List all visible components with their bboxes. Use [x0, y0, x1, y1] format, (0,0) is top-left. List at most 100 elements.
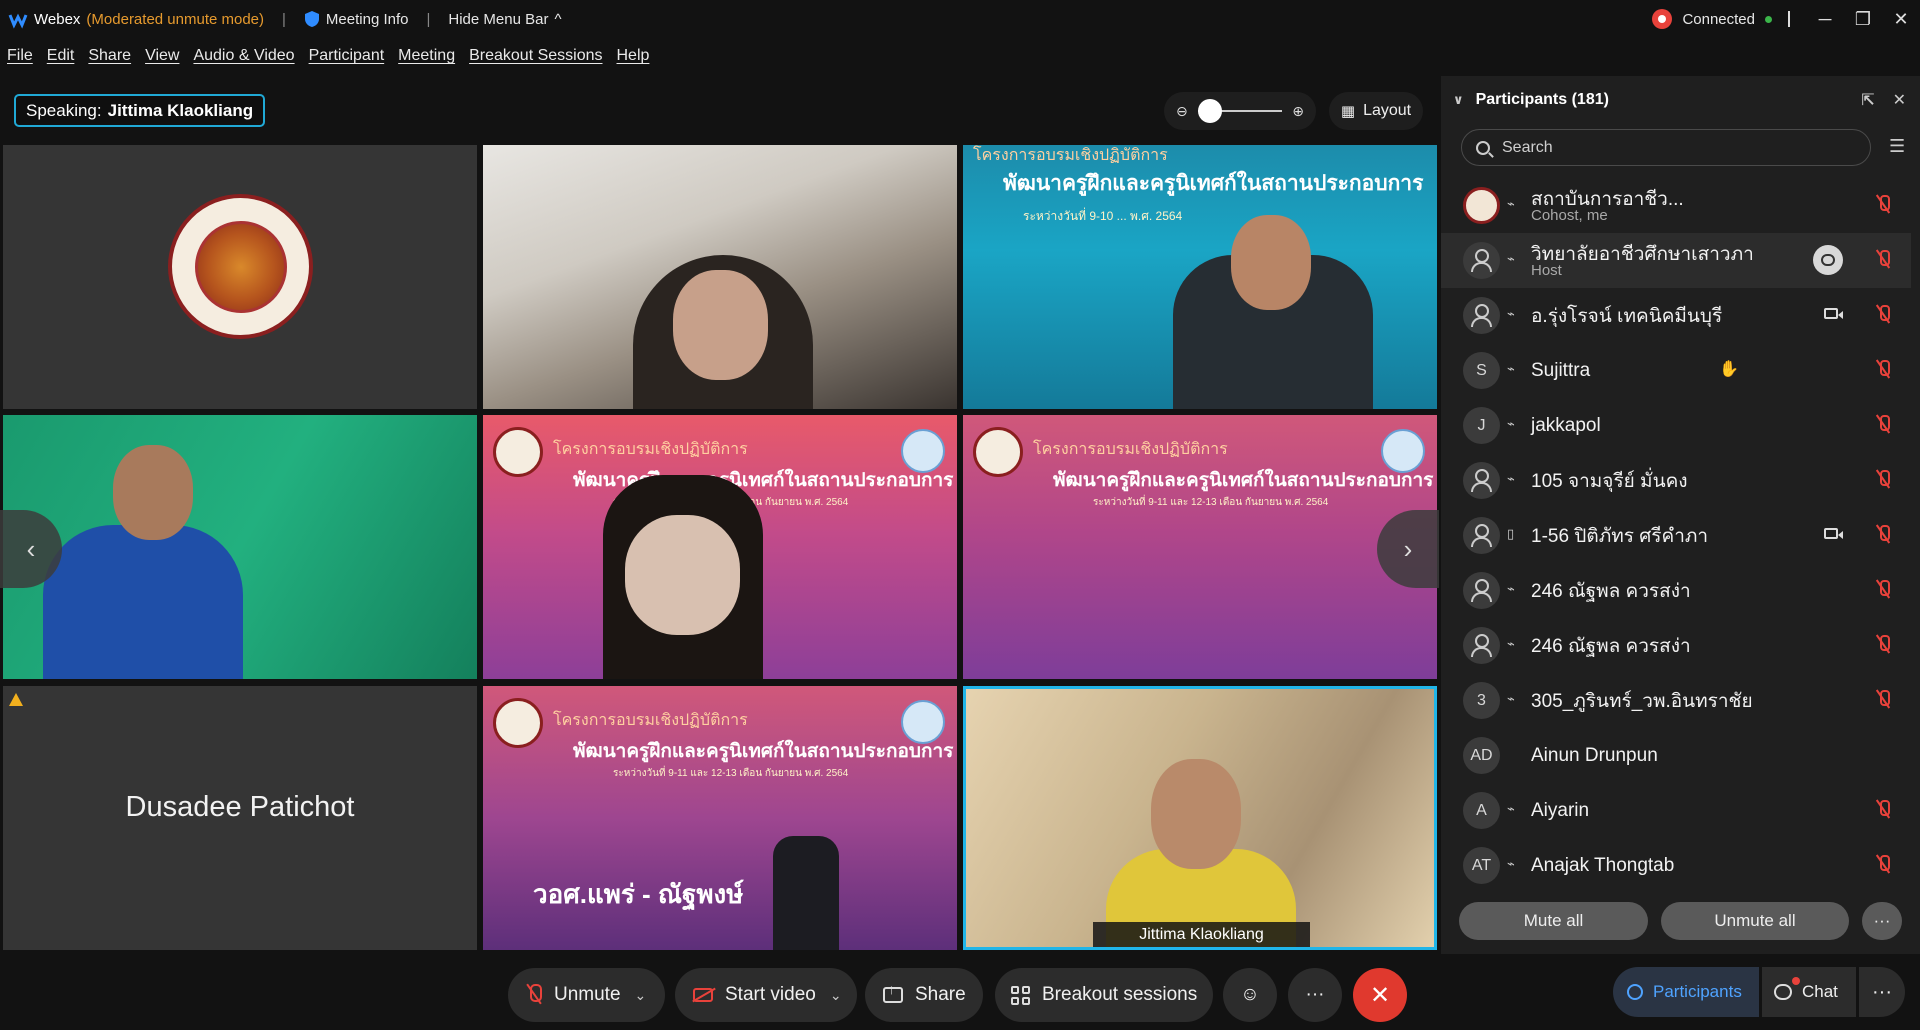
- mic-muted-icon[interactable]: [1877, 580, 1890, 600]
- app-name: Webex: [34, 10, 81, 28]
- meeting-info-button[interactable]: Meeting Info: [304, 10, 408, 28]
- mic-muted-icon[interactable]: [1877, 855, 1890, 875]
- close-panel-icon[interactable]: ✕: [1893, 90, 1906, 110]
- participant-row[interactable]: ⌁ วิทยาลัยอาชีวศึกษาเสาวภา Host: [1441, 233, 1911, 288]
- participant-row[interactable]: ⌁ 105 จามจุรีย์ มั่นคง: [1441, 453, 1911, 508]
- video-tile-participant[interactable]: [483, 145, 957, 409]
- more-options-button[interactable]: ···: [1288, 968, 1342, 1022]
- hide-menu-bar-button[interactable]: Hide Menu Bar ^: [448, 11, 561, 28]
- participant-row[interactable]: ▯ 1-56 ปิติภัทร ศรีคำภา: [1441, 508, 1911, 563]
- audio-connected-icon: ⌁: [1507, 361, 1515, 376]
- avatar: 3: [1463, 682, 1500, 719]
- share-icon: [883, 981, 903, 1003]
- video-tile-participant[interactable]: [3, 415, 477, 679]
- participant-row[interactable]: A ⌁ Aiyarin: [1441, 783, 1911, 838]
- chat-toggle-button[interactable]: Chat: [1762, 967, 1856, 1017]
- mic-muted-icon[interactable]: [1877, 470, 1890, 490]
- mic-muted-icon[interactable]: [1877, 690, 1890, 710]
- pop-out-icon[interactable]: ⇱: [1861, 90, 1874, 110]
- banner-title: โครงการอบรมเชิงปฏิบัติการ: [553, 712, 748, 729]
- zoom-in-icon[interactable]: ⊕: [1292, 103, 1304, 120]
- participant-row[interactable]: ⌁ 246 ณัฐพล ควรสง่า: [1441, 618, 1911, 673]
- participant-search-input[interactable]: Search: [1461, 129, 1871, 166]
- banner-title: โครงการอบรมเชิงปฏิบัติการ: [1033, 441, 1228, 458]
- connection-status: Connected: [1682, 10, 1755, 28]
- restore-icon[interactable]: ❐: [1844, 0, 1882, 38]
- video-tile-participant[interactable]: Dusadee Patichot: [3, 686, 477, 950]
- menu-edit[interactable]: Edit: [47, 47, 75, 65]
- menu-audio-video[interactable]: Audio & Video: [193, 47, 294, 65]
- layout-button[interactable]: ▦ Layout: [1329, 92, 1423, 130]
- breakout-label: Breakout sessions: [1042, 984, 1198, 1005]
- mic-muted-icon[interactable]: [1877, 250, 1890, 270]
- grid-layout-icon: ▦: [1340, 103, 1356, 120]
- collapse-chevron-icon[interactable]: ∨: [1453, 92, 1464, 108]
- status-dot-icon: [1765, 15, 1772, 23]
- video-tile-institute-logo[interactable]: [3, 145, 477, 409]
- chevron-down-icon[interactable]: ⌄: [830, 987, 842, 1004]
- participant-row[interactable]: ⌁ สถาบันการอาชีว... Cohost, me: [1441, 178, 1911, 233]
- mic-muted-icon[interactable]: [1877, 360, 1890, 380]
- mic-muted-icon: [528, 984, 542, 1006]
- unmute-all-button[interactable]: Unmute all: [1661, 902, 1849, 940]
- mic-muted-icon[interactable]: [1877, 800, 1890, 820]
- mic-muted-icon[interactable]: [1877, 635, 1890, 655]
- banner-caption: วอศ.แพร่ - ณัฐพงษ์: [533, 879, 744, 909]
- smiley-icon: ☺: [1240, 984, 1260, 1005]
- video-on-icon: [1824, 308, 1843, 319]
- speaker-name: Jittima Klaokliang: [107, 100, 254, 120]
- video-tile-participant[interactable]: โครงการอบรมเชิงปฏิบัติการ พัฒนาครูฝึกและ…: [963, 415, 1437, 679]
- audio-connected-icon: ⌁: [1507, 251, 1515, 266]
- shield-icon: [304, 11, 319, 27]
- participants-toggle-button[interactable]: Participants: [1613, 967, 1759, 1017]
- reactions-button[interactable]: ☺: [1223, 968, 1277, 1022]
- video-tile-participant[interactable]: โครงการอบรมเชิงปฏิบัติการ พัฒนาครูฝึกและ…: [483, 415, 957, 679]
- menu-help[interactable]: Help: [617, 47, 650, 65]
- avatar: [1463, 297, 1500, 334]
- menu-meeting[interactable]: Meeting: [398, 47, 455, 65]
- video-tile-participant[interactable]: โครงการอบรมเชิงปฏิบัติการ พัฒนาครูฝึกและ…: [963, 145, 1437, 409]
- mic-muted-icon[interactable]: [1877, 415, 1890, 435]
- menu-file[interactable]: File: [7, 47, 33, 65]
- start-video-button[interactable]: Start video ⌄: [675, 968, 857, 1022]
- zoom-slider-handle[interactable]: [1197, 99, 1222, 123]
- participant-row[interactable]: ⌁ อ.รุ่งโรจน์ เทคนิคมีนบุรี: [1441, 288, 1911, 343]
- participant-row[interactable]: J ⌁ jakkapol: [1441, 398, 1911, 453]
- video-tile-active-speaker[interactable]: Jittima Klaokliang: [963, 686, 1437, 950]
- share-button[interactable]: Share: [865, 968, 983, 1022]
- more-panels-button[interactable]: ···: [1859, 967, 1905, 1017]
- participant-name: Anajak Thongtab: [1531, 854, 1675, 876]
- close-icon[interactable]: ✕: [1882, 0, 1920, 38]
- warning-icon: [9, 693, 23, 706]
- mic-muted-icon[interactable]: [1877, 305, 1890, 325]
- menu-breakout-sessions[interactable]: Breakout Sessions: [469, 47, 602, 65]
- menu-view[interactable]: View: [145, 47, 179, 65]
- mic-muted-icon[interactable]: [1877, 525, 1890, 545]
- sort-list-icon[interactable]: ☰: [1889, 136, 1909, 158]
- participant-list: ⌁ สถาบันการอาชีว... Cohost, me ⌁ วิทยาลั…: [1441, 178, 1911, 893]
- chevron-down-icon[interactable]: ⌄: [635, 987, 647, 1004]
- person-icon: [1627, 984, 1643, 1000]
- video-feed-subject: [43, 525, 243, 679]
- menu-participant[interactable]: Participant: [309, 47, 385, 65]
- zoom-out-icon[interactable]: ⊖: [1176, 103, 1188, 120]
- mute-all-button[interactable]: Mute all: [1459, 902, 1648, 940]
- share-label: Share: [915, 984, 966, 1005]
- breakout-sessions-button[interactable]: Breakout sessions: [995, 968, 1213, 1022]
- minimize-icon[interactable]: ─: [1806, 0, 1844, 38]
- participant-row[interactable]: AD Ainun Drunpun: [1441, 728, 1911, 783]
- video-feed-face: [673, 270, 768, 380]
- chat-icon[interactable]: [1813, 245, 1843, 275]
- more-options-button[interactable]: ···: [1862, 902, 1902, 940]
- menu-share[interactable]: Share: [88, 47, 131, 65]
- participant-row[interactable]: 3 ⌁ 305_ภูรินทร์_วพ.อินทราชัย: [1441, 673, 1911, 728]
- unmute-button[interactable]: Unmute ⌄: [508, 968, 665, 1022]
- participant-row[interactable]: S ⌁ Sujittra ✋: [1441, 343, 1911, 398]
- participant-row[interactable]: AT ⌁ Anajak Thongtab: [1441, 838, 1911, 893]
- leave-meeting-button[interactable]: ✕: [1353, 968, 1407, 1022]
- participant-row[interactable]: ⌁ 246 ณัฐพล ควรสง่า: [1441, 563, 1911, 618]
- chevron-left-icon: ‹: [26, 533, 36, 564]
- mic-muted-icon[interactable]: [1877, 195, 1890, 215]
- zoom-slider[interactable]: [1197, 99, 1283, 123]
- video-tile-participant[interactable]: โครงการอบรมเชิงปฏิบัติการ พัฒนาครูฝึกและ…: [483, 686, 957, 950]
